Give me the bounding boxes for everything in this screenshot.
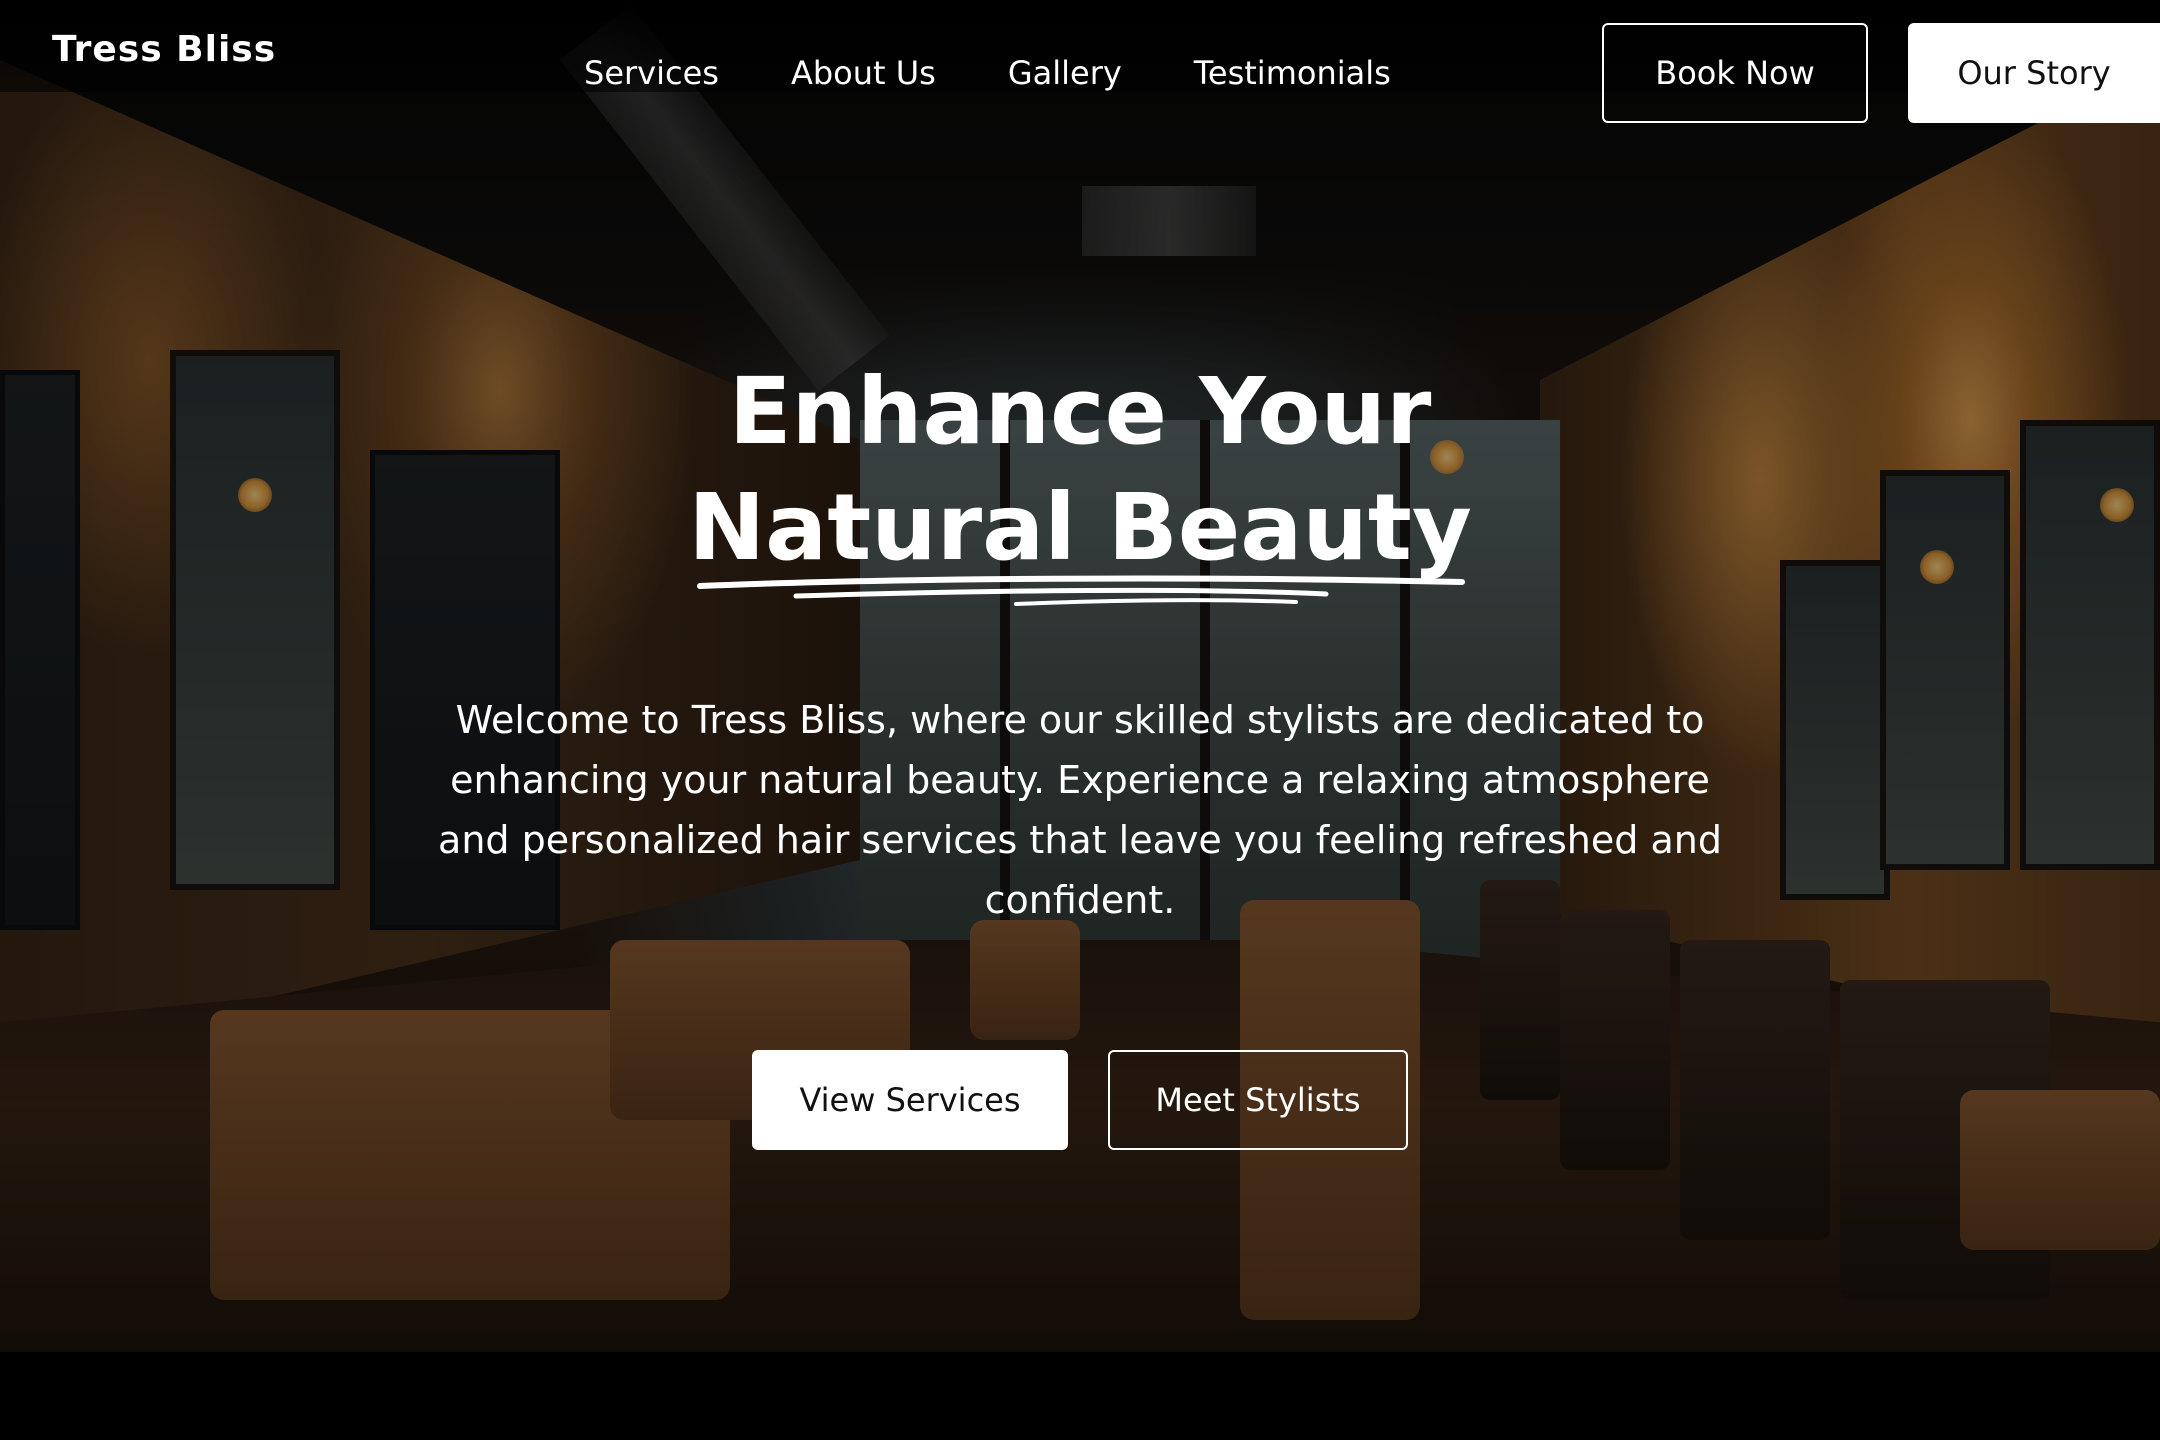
nav-link-testimonials[interactable]: Testimonials xyxy=(1194,54,1391,92)
nav-link-gallery[interactable]: Gallery xyxy=(1008,54,1122,92)
nav-link-about-us[interactable]: About Us xyxy=(791,54,936,92)
nav-link-services[interactable]: Services xyxy=(584,54,719,92)
page-bottom-band xyxy=(0,1352,2160,1440)
nav-links: Services About Us Gallery Testimonials xyxy=(584,54,1391,92)
hero-headline-line1: Enhance Your xyxy=(728,358,1432,465)
brand-logo[interactable]: Tress Bliss xyxy=(52,32,276,68)
brush-underline xyxy=(697,575,1465,606)
book-now-button[interactable]: Book Now xyxy=(1602,23,1868,123)
hero-overlay xyxy=(0,0,2160,1352)
hero-background-image xyxy=(0,0,2160,1352)
meet-stylists-button[interactable]: Meet Stylists xyxy=(1108,1050,1408,1150)
hero-intro-text: Welcome to Tress Bliss, where our skille… xyxy=(438,698,1722,922)
our-story-button[interactable]: Our Story xyxy=(1908,23,2160,123)
view-services-button[interactable]: View Services xyxy=(752,1050,1068,1150)
hero-headline-line2: Natural Beauty xyxy=(688,474,1472,581)
